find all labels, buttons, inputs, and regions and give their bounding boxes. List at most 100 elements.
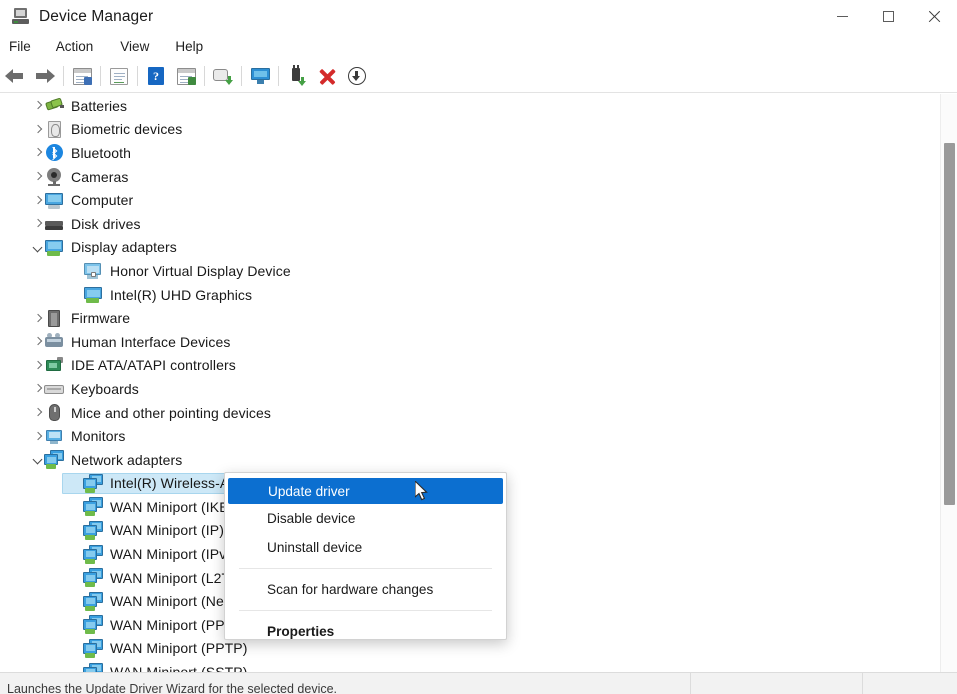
chevron-down-icon[interactable]: [31, 453, 44, 466]
tree-item[interactable]: Firmware: [0, 306, 930, 330]
chevron-right-icon[interactable]: [31, 99, 44, 112]
tree-item[interactable]: Cameras: [0, 165, 930, 189]
chevron-right-icon[interactable]: [31, 217, 44, 230]
mouse-cursor: [415, 481, 430, 503]
tree-item[interactable]: Disk drives: [0, 212, 930, 236]
network-adapter-icon: [83, 568, 103, 587]
forward-arrow-icon: [35, 68, 55, 84]
toolbar-separator: [204, 66, 205, 86]
tree-item-label: Mice and other pointing devices: [71, 405, 271, 421]
tree-item-label: IDE ATA/ATAPI controllers: [71, 357, 236, 373]
chevron-right-icon[interactable]: [31, 382, 44, 395]
toolbar: ?: [0, 60, 957, 93]
chevron-right-icon[interactable]: [31, 406, 44, 419]
tree-indent-spacer: [70, 477, 83, 490]
minimize-button[interactable]: [819, 0, 865, 33]
update-driver-button[interactable]: [208, 62, 238, 90]
toolbar-separator: [278, 66, 279, 86]
device-manager-icon: [11, 7, 30, 26]
menu-help[interactable]: Help: [175, 36, 203, 58]
tree-item[interactable]: IDE ATA/ATAPI controllers: [0, 354, 930, 378]
tree-item-label: Network adapters: [71, 452, 182, 468]
chevron-right-icon[interactable]: [31, 359, 44, 372]
tree-item-label: Display adapters: [71, 239, 177, 255]
network-adapter-icon: [83, 663, 103, 672]
vertical-scrollbar-thumb[interactable]: [944, 143, 955, 505]
context-menu: Update driver Disable device Uninstall d…: [224, 472, 507, 640]
tree-indent-spacer: [70, 264, 83, 277]
disable-device-button[interactable]: [342, 62, 372, 90]
tree-item-label: Monitors: [71, 428, 125, 444]
status-divider: [862, 673, 863, 694]
tree-item-label: Computer: [71, 192, 133, 208]
maximize-icon: [883, 11, 894, 22]
tree-indent-spacer: [70, 548, 83, 561]
menu-action[interactable]: Action: [56, 36, 94, 58]
tree-item[interactable]: Network adapters: [0, 448, 930, 472]
chevron-right-icon[interactable]: [31, 335, 44, 348]
uninstall-device-button[interactable]: [312, 62, 342, 90]
mouse-icon: [44, 403, 64, 422]
status-bar: Launches the Update Driver Wizard for th…: [0, 672, 957, 694]
tree-item[interactable]: Honor Virtual Display Device: [0, 259, 930, 283]
scan-for-hardware-changes-button[interactable]: [245, 62, 275, 90]
context-menu-item-scan-for-hardware-changes[interactable]: Scan for hardware changes: [227, 575, 504, 604]
network-adapter-icon: [83, 592, 103, 611]
tree-item[interactable]: Intel(R) UHD Graphics: [0, 283, 930, 307]
toolbar-separator: [63, 66, 64, 86]
properties-button[interactable]: [104, 62, 134, 90]
chevron-right-icon[interactable]: [31, 170, 44, 183]
tree-item-label: Biometric devices: [71, 121, 182, 137]
context-menu-item-uninstall-device[interactable]: Uninstall device: [227, 533, 504, 562]
tree-item[interactable]: Biometric devices: [0, 118, 930, 142]
properties-document-icon: [110, 68, 128, 85]
toolbar-separator: [100, 66, 101, 86]
menu-file[interactable]: File: [9, 36, 31, 58]
window-controls: [819, 0, 957, 33]
virtual-display-icon: [83, 261, 103, 280]
disk-drive-icon: [44, 214, 64, 233]
chevron-right-icon[interactable]: [31, 312, 44, 325]
vertical-scrollbar[interactable]: [940, 94, 957, 672]
menu-view[interactable]: View: [120, 36, 149, 58]
display-adapter-icon: [83, 285, 103, 304]
context-menu-item-update-driver[interactable]: Update driver: [228, 478, 503, 504]
tree-item[interactable]: Monitors: [0, 424, 930, 448]
chevron-down-icon[interactable]: [31, 241, 44, 254]
enable-device-button[interactable]: [282, 62, 312, 90]
tree-indent-spacer: [70, 500, 83, 513]
context-menu-item-disable-device[interactable]: Disable device: [227, 504, 504, 533]
status-text: Launches the Update Driver Wizard for th…: [7, 682, 337, 694]
show-hide-action-pane-button[interactable]: [171, 62, 201, 90]
network-adapter-icon: [83, 639, 103, 658]
tree-item[interactable]: Keyboards: [0, 377, 930, 401]
menu-bar: File Action View Help: [0, 33, 957, 60]
close-button[interactable]: [911, 0, 957, 33]
tree-item[interactable]: Bluetooth: [0, 141, 930, 165]
tree-item[interactable]: Mice and other pointing devices: [0, 401, 930, 425]
tree-item[interactable]: WAN Miniport (SSTP): [0, 660, 930, 672]
tree-indent-spacer: [70, 524, 83, 537]
help-button[interactable]: ?: [141, 62, 171, 90]
context-menu-item-properties[interactable]: Properties: [227, 617, 504, 646]
computer-icon: [44, 191, 64, 210]
forward-button[interactable]: [30, 62, 60, 90]
toolbar-separator: [137, 66, 138, 86]
tree-item[interactable]: Batteries: [0, 94, 930, 118]
bluetooth-icon: [44, 143, 64, 162]
chevron-right-icon[interactable]: [31, 430, 44, 443]
network-adapter-icon: [83, 545, 103, 564]
tree-item-label: Intel(R) UHD Graphics: [110, 287, 252, 303]
back-button[interactable]: [0, 62, 30, 90]
tree-indent-spacer: [70, 288, 83, 301]
title-bar: Device Manager: [0, 0, 957, 33]
tree-item-label: Bluetooth: [71, 145, 131, 161]
maximize-button[interactable]: [865, 0, 911, 33]
show-hide-console-tree-button[interactable]: [67, 62, 97, 90]
tree-item[interactable]: Human Interface Devices: [0, 330, 930, 354]
chevron-right-icon[interactable]: [31, 194, 44, 207]
tree-item[interactable]: Computer: [0, 188, 930, 212]
chevron-right-icon[interactable]: [31, 146, 44, 159]
tree-item[interactable]: Display adapters: [0, 236, 930, 260]
chevron-right-icon[interactable]: [31, 123, 44, 136]
